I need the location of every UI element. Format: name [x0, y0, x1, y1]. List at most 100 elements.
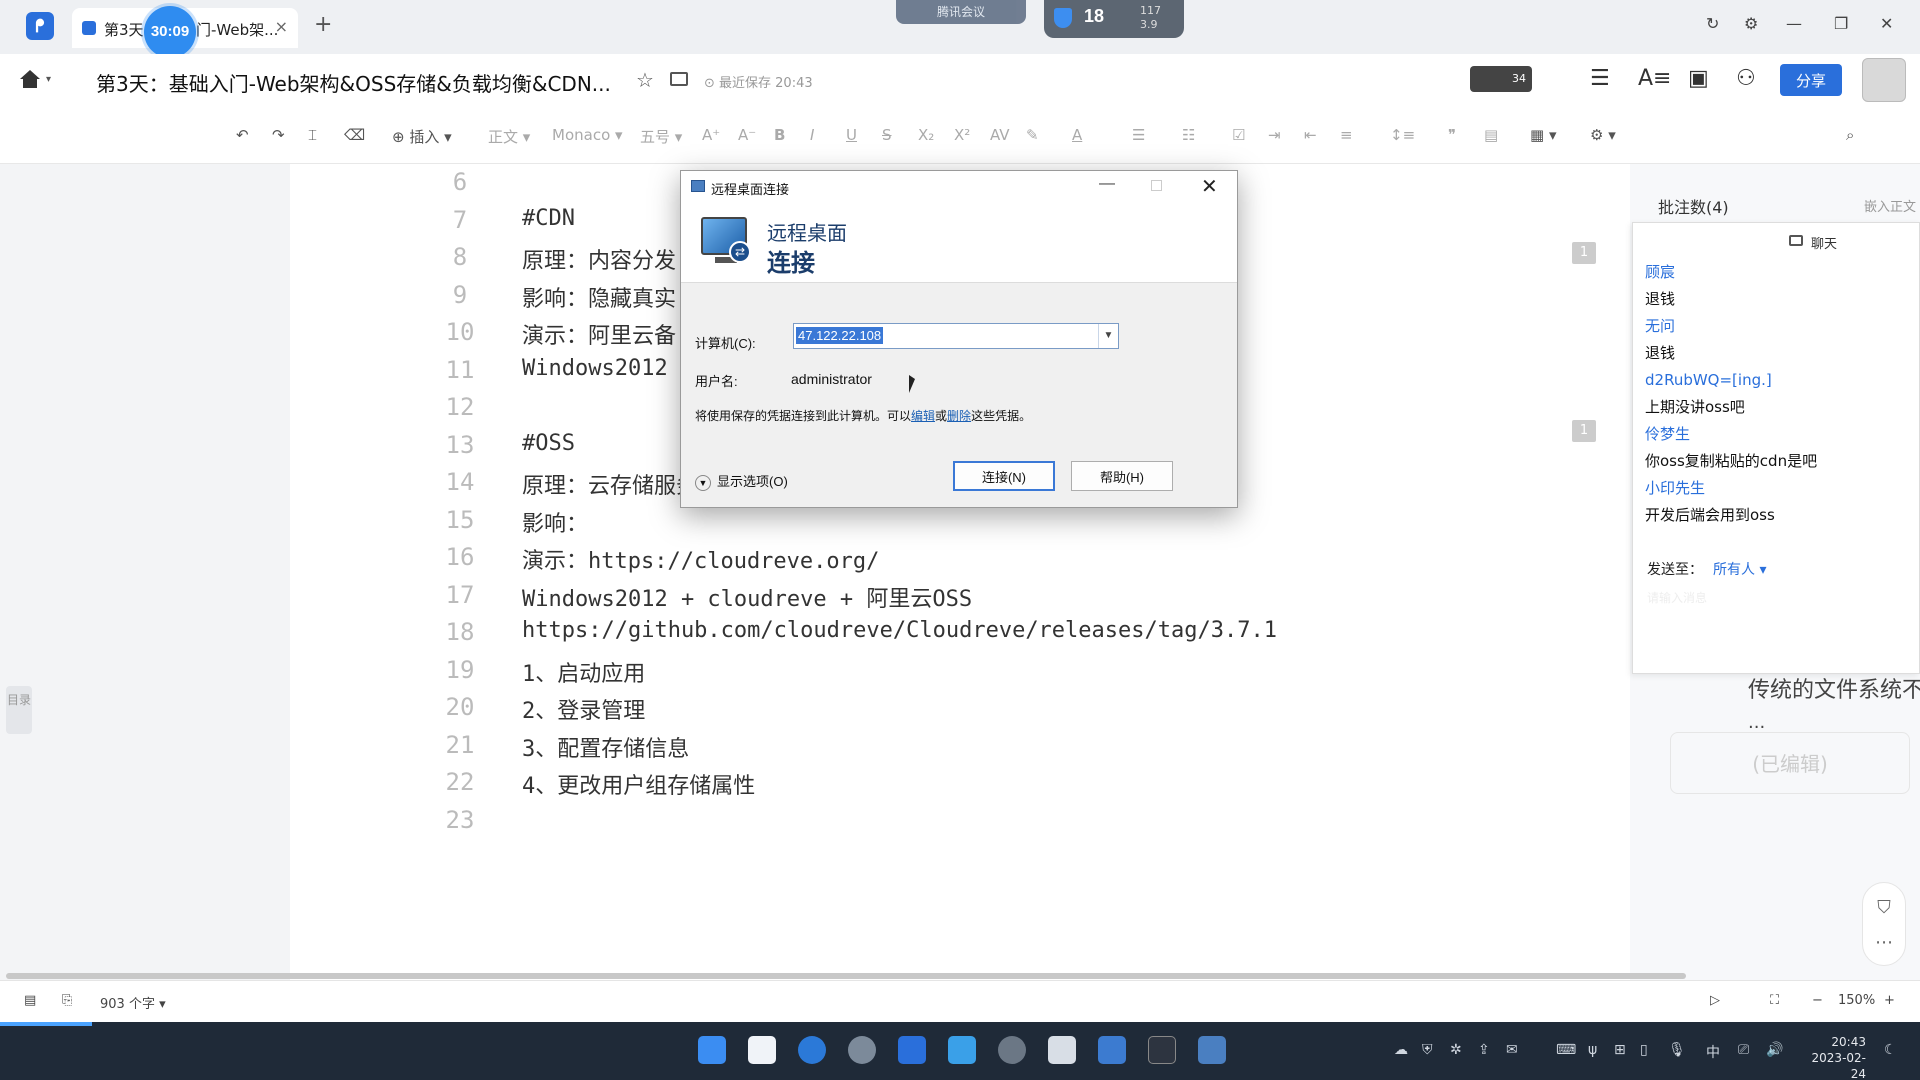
zoom-out-icon[interactable]: − [1812, 993, 1823, 1008]
line-text[interactable]: 影响：隐藏真实 [522, 281, 676, 313]
editor-line[interactable]: 23 [290, 806, 1630, 850]
notification-icon[interactable]: ☾ [1884, 1042, 1897, 1058]
outline-icon[interactable]: ▤ [24, 993, 36, 1008]
outdent-icon[interactable]: ⇤ [1304, 126, 1317, 144]
terminal-icon[interactable] [1148, 1036, 1176, 1064]
comments-count[interactable]: 批注数(4) [1658, 194, 1729, 218]
computer-value[interactable]: 47.122.22.108 [796, 327, 884, 344]
usb-icon[interactable]: ψ [1588, 1042, 1597, 1058]
bullet-list-icon[interactable]: ☰ [1132, 126, 1145, 144]
restore-icon[interactable]: ❐ [1834, 14, 1848, 33]
volume-icon[interactable]: 🔊 [1766, 1042, 1783, 1058]
quote-icon[interactable]: ❞ [1448, 126, 1456, 144]
java-icon[interactable] [1048, 1036, 1076, 1064]
line-text[interactable]: 1、启动应用 [522, 656, 645, 688]
tab-close-icon[interactable]: × [275, 17, 288, 36]
font-size-icon[interactable]: A≡ [1638, 66, 1671, 91]
network-app-icon[interactable] [998, 1036, 1026, 1064]
line-text[interactable]: 原理：内容分发 [522, 243, 676, 275]
eraser-icon[interactable]: ⌫ [344, 126, 365, 144]
dialog-titlebar[interactable]: 远程桌面连接 — ✕ [681, 171, 1237, 203]
avatar[interactable] [1862, 58, 1906, 102]
strikethrough-icon[interactable]: S [882, 126, 892, 144]
embed-toggle[interactable]: 嵌入正文 [1864, 196, 1916, 215]
floating-tools[interactable]: ⛉ ⋯ [1862, 882, 1906, 966]
line-text[interactable]: Windows2012 [522, 356, 668, 381]
char-spacing-icon[interactable]: AV [990, 126, 1010, 144]
chevron-down-icon[interactable]: ▾ [46, 74, 51, 85]
tray-chat-icon[interactable]: ✉ [1506, 1042, 1518, 1058]
remote-desktop-icon[interactable] [1198, 1036, 1226, 1064]
zoom-in-icon[interactable]: + [1884, 993, 1895, 1008]
paragraph-style-select[interactable]: 正文 ▾ [488, 126, 530, 147]
font-color-icon[interactable]: A [1072, 126, 1082, 144]
microphone-icon[interactable]: 🎙 [1668, 1042, 1686, 1058]
tray-upload-icon[interactable]: ⇪ [1478, 1042, 1490, 1058]
align-icon[interactable]: ≡ [1340, 126, 1353, 144]
share-button[interactable]: 分享 [1780, 64, 1842, 96]
line-text[interactable]: #CDN [522, 206, 575, 231]
zoom-level[interactable]: 150% [1838, 993, 1875, 1008]
checklist-icon[interactable]: ☑ [1232, 126, 1245, 144]
collaborators-icon[interactable]: ⚇ [1736, 66, 1756, 91]
keyboard-icon[interactable]: ⌨ [1556, 1042, 1576, 1058]
edge-icon[interactable] [798, 1036, 826, 1064]
system-status-widget[interactable]: 18 117 3.9 [1044, 0, 1184, 38]
ime-indicator[interactable]: 中 [1706, 1042, 1720, 1062]
computer-combobox[interactable]: 47.122.22.108 ▼ [793, 323, 1119, 349]
file-explorer-icon[interactable] [748, 1036, 776, 1064]
line-text[interactable]: #OSS [522, 431, 575, 456]
home-icon[interactable] [20, 70, 40, 88]
comment-marker[interactable]: 1 [1572, 242, 1596, 264]
delete-credentials-link[interactable]: 删除 [947, 409, 971, 423]
highlight-icon[interactable]: ✎ [1026, 126, 1039, 144]
redo-icon[interactable]: ↷ [272, 126, 285, 144]
numbered-list-icon[interactable]: ☷ [1182, 126, 1195, 144]
more-icon[interactable]: ⋯ [1863, 932, 1905, 953]
search-icon[interactable]: ⌕ [1846, 126, 1854, 144]
comment-marker[interactable]: 1 [1572, 420, 1596, 442]
collaborator-avatars[interactable]: 34 [1470, 66, 1532, 92]
line-text[interactable]: https://github.com/cloudreve/Cloudreve/r… [522, 618, 1277, 643]
plugin-icon[interactable]: ⚙ ▾ [1590, 126, 1616, 144]
format-painter-icon[interactable]: ⌶ [308, 126, 317, 144]
phone-icon[interactable]: ▯ [1640, 1042, 1648, 1058]
start-icon[interactable] [698, 1036, 726, 1064]
line-spacing-icon[interactable]: ↕≡ [1390, 126, 1415, 144]
italic-icon[interactable]: I [810, 126, 814, 144]
present-icon[interactable]: ▣ [1688, 66, 1709, 91]
refresh-icon[interactable]: ↻ [1706, 14, 1719, 33]
table-icon[interactable]: ▦ ▾ [1530, 126, 1556, 144]
subscript-icon[interactable]: X₂ [918, 126, 934, 144]
settings-icon[interactable]: ⚙ [1744, 14, 1758, 33]
new-tab-icon[interactable]: + [314, 12, 332, 37]
star-icon[interactable]: ☆ [636, 68, 654, 92]
underline-icon[interactable]: U [846, 126, 857, 144]
show-options-toggle[interactable]: ▼ 显示选项(O) [695, 471, 788, 491]
bold-icon[interactable]: B [774, 126, 785, 144]
edit-credentials-link[interactable]: 编辑 [911, 409, 935, 423]
timer-badge[interactable]: 30:09 [144, 6, 196, 58]
line-text[interactable]: 演示：https://cloudreve.org/ [522, 543, 879, 575]
font-size-select[interactable]: 五号 ▾ [640, 126, 682, 147]
wps-icon[interactable] [898, 1036, 926, 1064]
indent-icon[interactable]: ⇥ [1268, 126, 1281, 144]
photos-icon[interactable] [948, 1036, 976, 1064]
chat-input[interactable]: 请输入消息 [1647, 589, 1707, 606]
tray-app-icon[interactable]: ☁ [1394, 1042, 1408, 1058]
menu-icon[interactable]: ☰ [1590, 66, 1610, 91]
fullscreen-icon[interactable]: ⛶ [1770, 993, 1779, 1008]
chevron-down-icon[interactable]: ▼ [1098, 324, 1118, 348]
browser-icon[interactable] [848, 1036, 876, 1064]
windows-icon[interactable]: ⊞ [1614, 1042, 1626, 1058]
play-icon[interactable]: ▷ [1710, 993, 1720, 1008]
folder-icon[interactable] [670, 72, 688, 86]
tray-shield-icon[interactable]: ⛨ [1422, 1042, 1433, 1058]
line-text[interactable]: Windows2012 + cloudreve + 阿里云OSS [522, 581, 972, 613]
send-to-select[interactable]: 所有人 ▾ [1713, 559, 1766, 579]
word-count[interactable]: 903 个字 ▾ [100, 993, 166, 1012]
shirt-icon[interactable]: ⛉ [1863, 897, 1905, 918]
outline-tab[interactable]: 目录 [6, 686, 32, 734]
minimize-icon[interactable]: — [1099, 175, 1115, 193]
insert-button[interactable]: ⊕ 插入 ▾ [392, 126, 452, 147]
